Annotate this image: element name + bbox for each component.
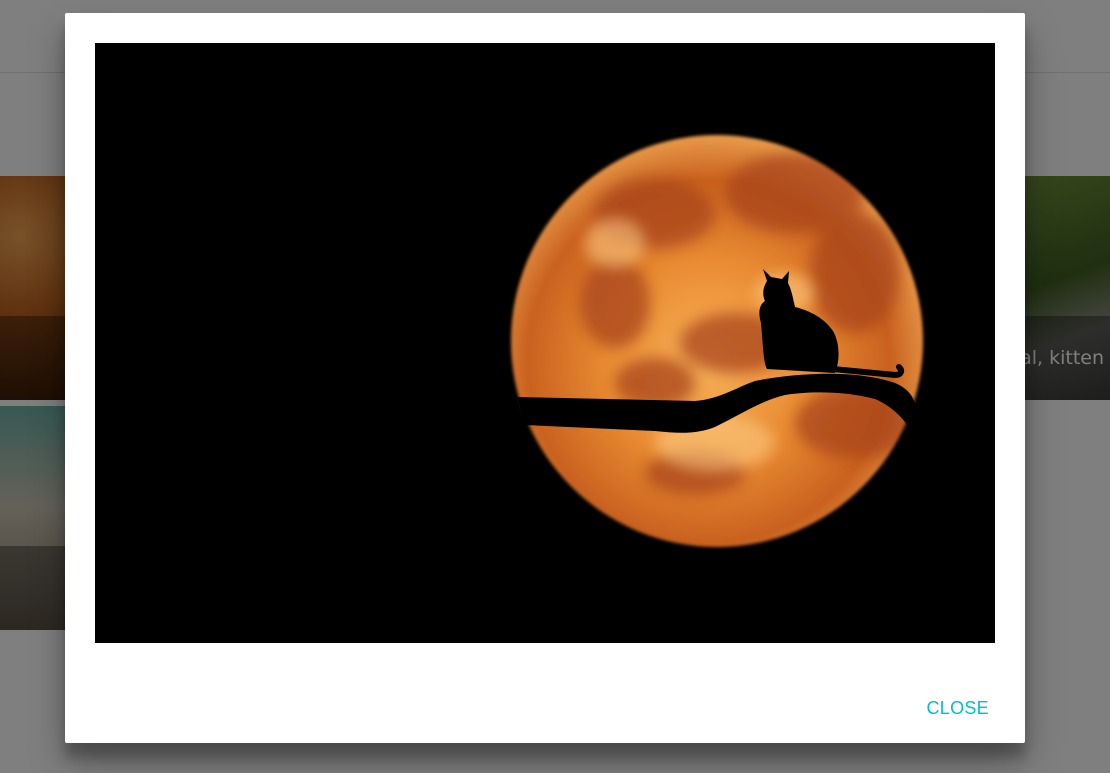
moon bbox=[511, 135, 923, 547]
dialog-actions: CLOSE bbox=[916, 692, 999, 725]
dialog-photo bbox=[95, 43, 995, 643]
close-button[interactable]: CLOSE bbox=[916, 692, 999, 725]
cat-moon-photo bbox=[95, 43, 995, 643]
image-dialog: CLOSE bbox=[65, 13, 1025, 743]
